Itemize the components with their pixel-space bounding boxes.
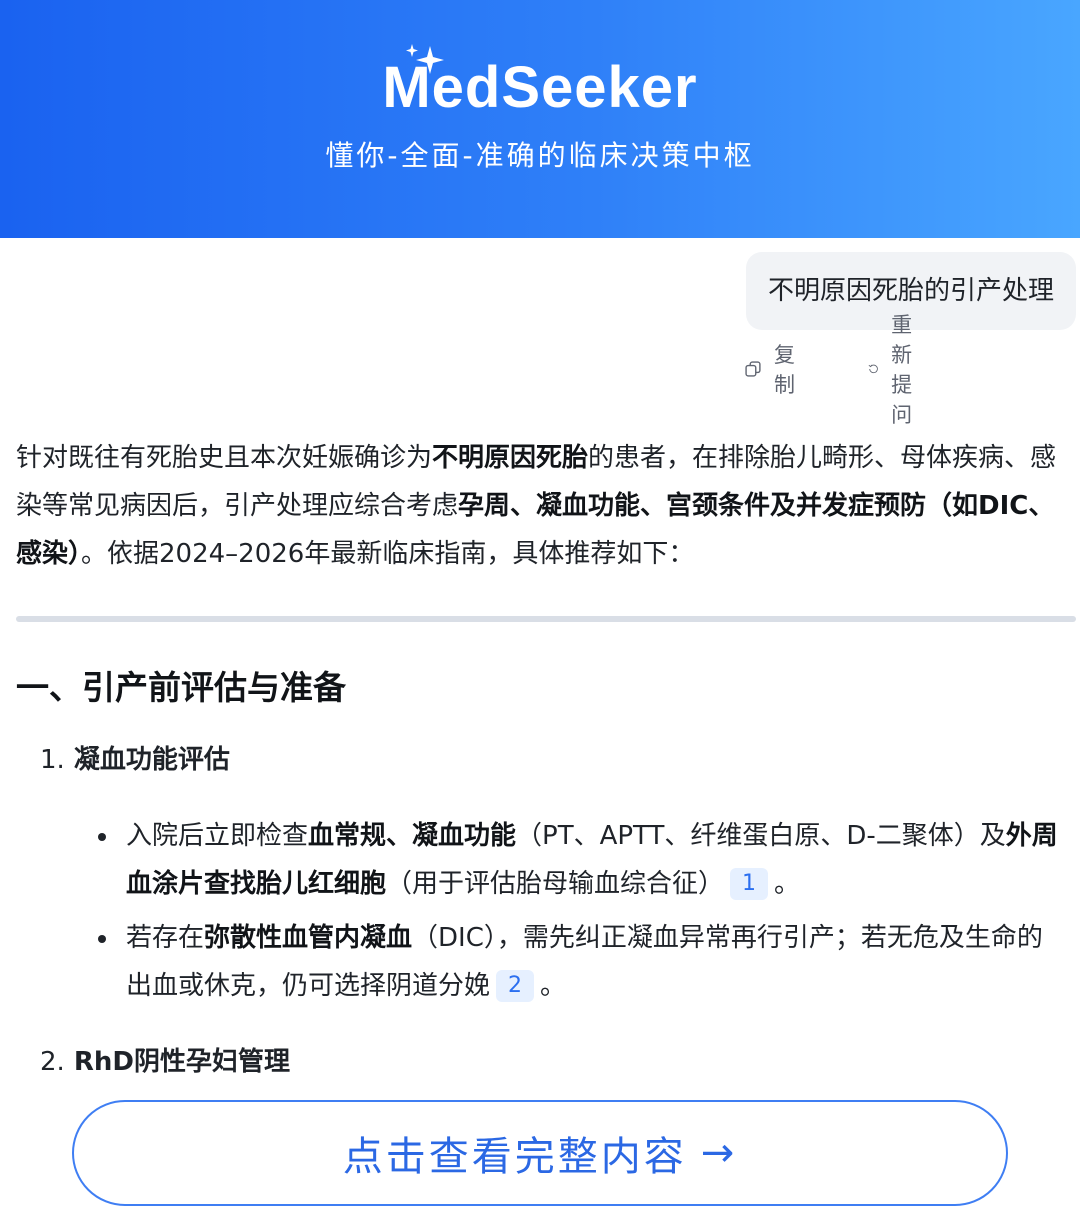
- bullet-text: （PT、APTT、纤维蛋白原、D-二聚体）及: [516, 821, 1006, 851]
- cta-label: 点击查看完整内容: [342, 1134, 687, 1180]
- arrow-right-icon: →: [700, 1130, 738, 1176]
- retry-label: 重新提问: [891, 313, 913, 427]
- copy-label: 复制: [773, 343, 795, 397]
- intro-text: 针对既往有死胎史且本次妊娠确诊为: [16, 443, 433, 473]
- section-divider: [16, 616, 1076, 622]
- item-number: 2.: [40, 1047, 65, 1077]
- intro-text: 。依据2024–2026年最新临床指南，具体推荐如下：: [81, 539, 695, 569]
- citation-badge[interactable]: 1: [730, 868, 769, 900]
- bullet-text: （用于评估胎母输血综合征）: [386, 869, 725, 899]
- view-full-content-button[interactable]: 点击查看完整内容 →: [72, 1100, 1008, 1206]
- bullet-text: 。: [540, 971, 567, 1001]
- citation-badge[interactable]: 2: [496, 970, 535, 1002]
- answer-body: 针对既往有死胎史且本次妊娠确诊为不明原因死胎的患者，在排除胎儿畸形、母体疾病、感…: [16, 434, 1064, 578]
- tagline: 懂你-全面-准确的临床决策中枢: [325, 139, 755, 172]
- intro-emphasis: 不明原因死胎: [432, 443, 589, 473]
- bullet-text: 。: [774, 869, 801, 899]
- bullet-list: 入院后立即检查血常规、凝血功能（PT、APTT、纤维蛋白原、D-二聚体）及外周血…: [98, 812, 1064, 1016]
- refresh-icon: [868, 364, 878, 374]
- bullet-emphasis: 血常规、凝血功能: [308, 821, 517, 851]
- item-title: 凝血功能评估: [73, 745, 230, 775]
- brand-name: MedSeeker: [382, 55, 698, 120]
- section-title: 一、引产前评估与准备: [16, 668, 346, 707]
- copy-button[interactable]: 复制: [744, 343, 803, 397]
- copy-icon: [745, 361, 761, 377]
- answer-intro: 针对既往有死胎史且本次妊娠确诊为不明原因死胎的患者，在排除胎儿畸形、母体疾病、感…: [16, 434, 1064, 578]
- bullet-text: 若存在: [126, 923, 205, 953]
- bullet-text: 入院后立即检查: [126, 821, 309, 851]
- item-title: RhD阴性孕妇管理: [73, 1047, 290, 1077]
- sparkle-icon: [406, 44, 444, 74]
- app-header: MedSeeker 懂你-全面-准确的临床决策中枢: [0, 0, 1080, 238]
- retry-button[interactable]: 重新提问: [868, 313, 927, 427]
- logo: MedSeeker: [0, 44, 1080, 128]
- list-item: 入院后立即检查血常规、凝血功能（PT、APTT、纤维蛋白原、D-二聚体）及外周血…: [98, 812, 1064, 908]
- subsection-title: 1. 凝血功能评估: [40, 740, 230, 780]
- list-item: 若存在弥散性血管内凝血（DIC），需先纠正凝血异常再行引产；若无危及生命的出血或…: [98, 914, 1064, 1010]
- bullet-emphasis: 弥散性血管内凝血: [204, 923, 413, 953]
- item-number: 1.: [40, 745, 65, 775]
